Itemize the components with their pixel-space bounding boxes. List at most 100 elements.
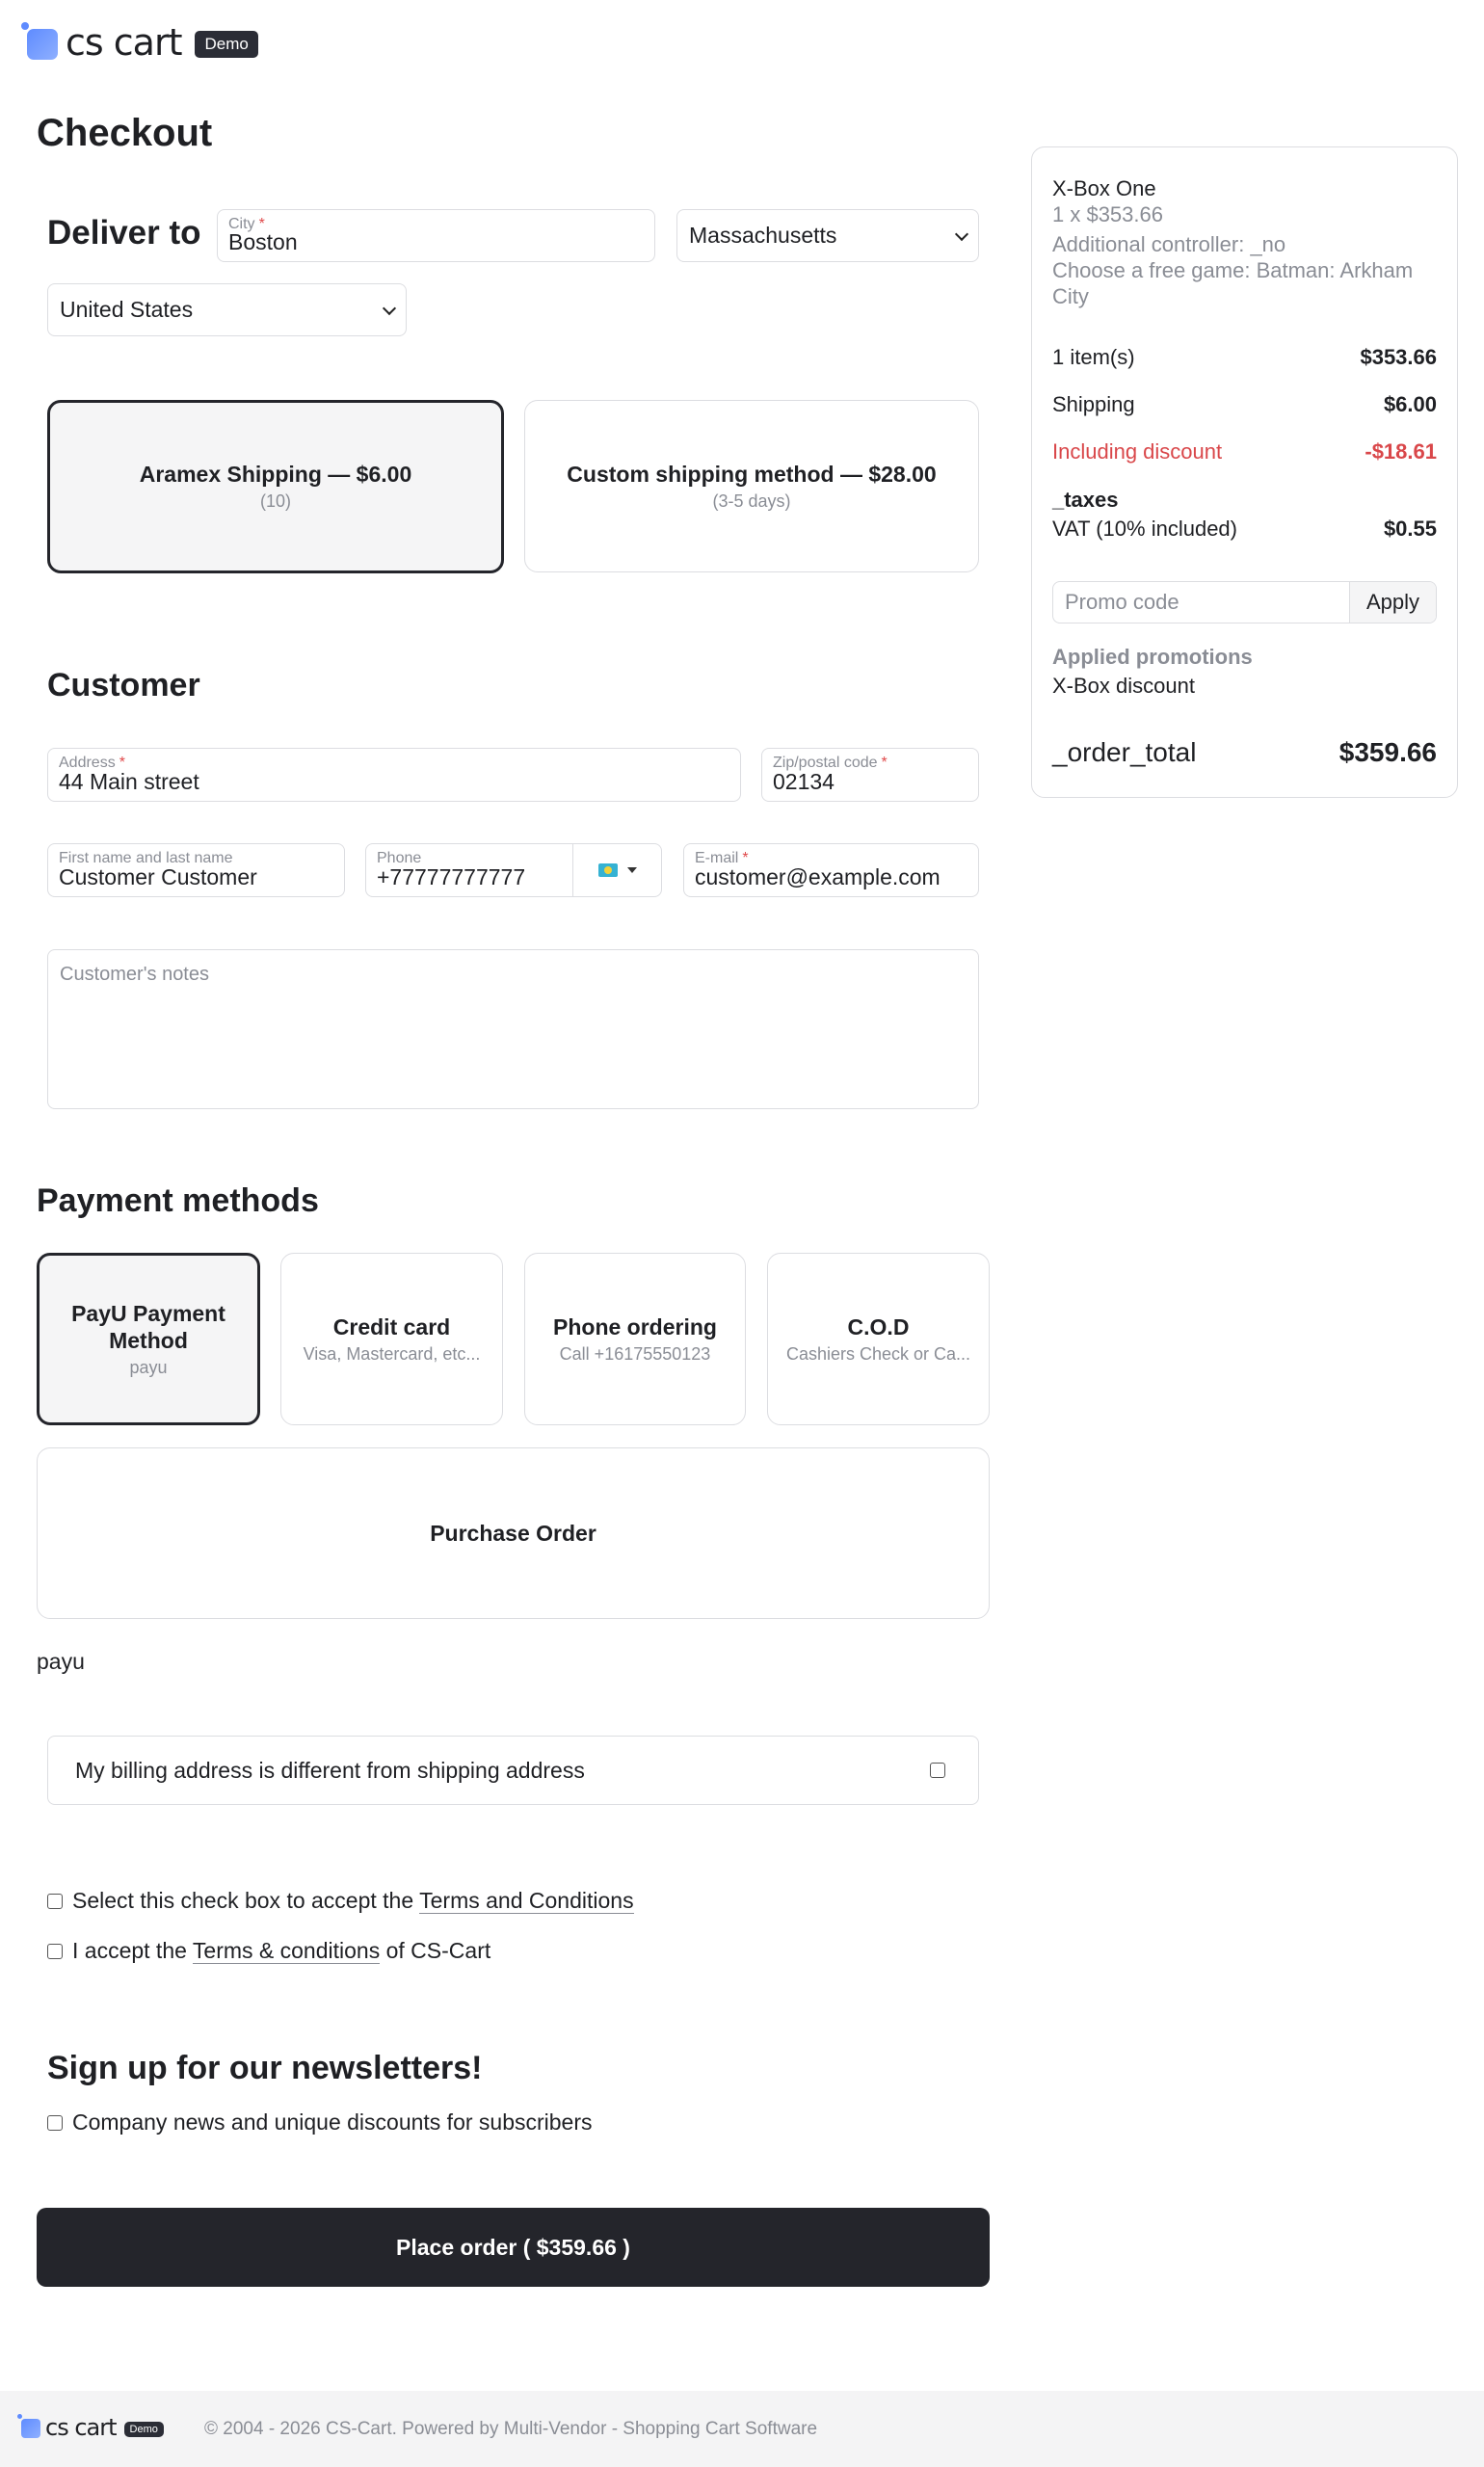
city-field[interactable]: City * Boston: [217, 209, 655, 262]
promo-code-input[interactable]: Promo code: [1053, 582, 1349, 623]
payment-method-phone-ordering[interactable]: Phone ordering Call +16175550123: [524, 1253, 746, 1425]
order-summary: X-Box One 1 x $353.66 Additional control…: [1031, 146, 1458, 798]
chevron-down-icon: [382, 301, 397, 315]
newsletter-row: Company news and unique discounts for su…: [47, 2109, 593, 2135]
zip-value: 02134: [773, 769, 835, 794]
items-value: $353.66: [1360, 345, 1437, 369]
vat-row: VAT (10% included) $0.55: [1052, 517, 1437, 542]
vat-value: $0.55: [1383, 517, 1437, 541]
payment-methods-heading: Payment methods: [37, 1182, 319, 1219]
payment-method-subtitle: Cashiers Check or Ca...: [785, 1343, 971, 1364]
shipping-label: Shipping: [1052, 392, 1135, 416]
newsletter-heading: Sign up for our newsletters!: [47, 2050, 483, 2086]
payment-method-description: payu: [37, 1649, 85, 1674]
shipping-method-title: Custom shipping method — $28.00: [567, 461, 937, 487]
product-option: Additional controller: _no: [1052, 232, 1286, 256]
country-select[interactable]: United States: [47, 283, 407, 336]
footer-logo[interactable]: cs cart Demo: [17, 2414, 164, 2441]
zip-field[interactable]: Zip/postal code * 02134: [761, 748, 979, 802]
city-value: Boston: [228, 229, 298, 254]
product-name[interactable]: X-Box One: [1052, 176, 1156, 201]
newsletter-option-label: Company news and unique discounts for su…: [72, 2109, 593, 2135]
payment-method-purchase-order[interactable]: Purchase Order: [37, 1447, 990, 1619]
logo-text: cs cart: [66, 21, 182, 64]
footer: cs cart Demo © 2004 - 2026 CS-Cart. Powe…: [0, 2391, 1484, 2467]
phone-field[interactable]: Phone +77777777777: [365, 843, 662, 897]
payment-method-title: Phone ordering: [553, 1313, 717, 1340]
discount-value: -$18.61: [1365, 439, 1437, 464]
customer-heading: Customer: [47, 667, 200, 703]
applied-promotion-name: X-Box discount: [1052, 674, 1195, 698]
footer-logo-text: cs cart: [45, 2414, 118, 2441]
chevron-down-icon: [954, 226, 969, 241]
payment-method-title: C.O.D: [847, 1313, 910, 1340]
accept-terms-checkbox[interactable]: [47, 1893, 63, 1909]
billing-different-label: My billing address is different from shi…: [75, 1757, 585, 1783]
cs-cart-logo-icon: [17, 2414, 40, 2438]
discount-label: Including discount: [1052, 439, 1223, 464]
customer-notes-placeholder: Customer's notes: [60, 964, 209, 985]
payment-method-cod[interactable]: C.O.D Cashiers Check or Ca...: [767, 1253, 990, 1425]
phone-value: +77777777777: [377, 864, 526, 889]
page-title: Checkout: [37, 112, 213, 154]
terms-row-2-text: I accept the: [72, 1938, 187, 1963]
state-value: Massachusetts: [689, 223, 837, 248]
taxes-heading: _taxes: [1052, 488, 1119, 512]
terms-row-1: Select this check box to accept the Term…: [47, 1888, 634, 1914]
payment-method-title: Purchase Order: [430, 1520, 596, 1546]
billing-different-toggle[interactable]: My billing address is different from shi…: [47, 1736, 979, 1805]
place-order-button[interactable]: Place order ( $359.66 ): [37, 2208, 990, 2287]
email-field[interactable]: E-mail * customer@example.com: [683, 843, 979, 897]
shipping-method-subtitle: (10): [259, 491, 291, 511]
promo-apply-button[interactable]: Apply: [1349, 582, 1436, 623]
customer-notes-textarea[interactable]: Customer's notes: [47, 949, 979, 1109]
order-total-row: _order_total $359.66: [1052, 737, 1437, 768]
order-total-value: $359.66: [1338, 737, 1437, 767]
promo-code-group: Promo code Apply: [1052, 581, 1437, 623]
flag-icon: [597, 863, 618, 877]
payment-method-payu[interactable]: PayU Payment Method payu: [37, 1253, 260, 1425]
country-code-dropdown[interactable]: [572, 844, 661, 896]
store-logo[interactable]: cs cart Demo: [21, 21, 258, 64]
items-label: 1 item(s): [1052, 345, 1135, 369]
state-select[interactable]: Massachusetts: [676, 209, 979, 262]
payment-method-title: Credit card: [332, 1313, 451, 1340]
shipping-method-subtitle: (3-5 days): [712, 491, 791, 511]
terms-row-1-text: Select this check box to accept the: [72, 1888, 414, 1913]
terms-row-2-suffix: of CS-Cart: [385, 1938, 491, 1963]
shipping-value: $6.00: [1383, 392, 1437, 416]
product-option: Choose a free game: Batman: Arkham City: [1052, 258, 1414, 308]
demo-badge: Demo: [195, 31, 258, 58]
payment-method-subtitle: payu: [129, 1358, 168, 1377]
deliver-to-label: Deliver to: [47, 214, 201, 252]
shipping-method-custom[interactable]: Custom shipping method — $28.00 (3-5 day…: [524, 400, 979, 572]
discount-row: Including discount -$18.61: [1052, 439, 1437, 464]
country-value: United States: [60, 297, 194, 322]
footer-demo-badge: Demo: [123, 2422, 164, 2437]
cs-cart-logo-icon: [21, 22, 58, 60]
shipping-method-aramex[interactable]: Aramex Shipping — $6.00 (10): [47, 400, 504, 573]
newsletter-checkbox[interactable]: [47, 2114, 63, 2131]
address-field[interactable]: Address * 44 Main street: [47, 748, 741, 802]
shipping-method-title: Aramex Shipping — $6.00: [139, 462, 412, 487]
billing-different-checkbox[interactable]: [930, 1763, 945, 1778]
name-field[interactable]: First name and last name Customer Custom…: [47, 843, 345, 897]
payment-method-credit-card[interactable]: Credit card Visa, Mastercard, etc...: [280, 1253, 503, 1425]
payment-method-subtitle: Call +16175550123: [559, 1343, 711, 1364]
payment-method-title: PayU Payment Method: [71, 1301, 225, 1353]
caret-down-icon: [626, 867, 637, 873]
terms-and-conditions-link[interactable]: Terms and Conditions: [419, 1888, 634, 1914]
name-value: Customer Customer: [59, 864, 257, 889]
terms-row-2: I accept the Terms & conditions of CS-Ca…: [47, 1938, 490, 1964]
footer-copyright: © 2004 - 2026 CS-Cart. Powered by Multi-…: [204, 2419, 818, 2439]
terms-conditions-link[interactable]: Terms & conditions: [192, 1938, 381, 1964]
payment-method-subtitle: Visa, Mastercard, etc...: [303, 1343, 481, 1364]
order-total-label: _order_total: [1052, 737, 1197, 767]
address-value: 44 Main street: [59, 769, 199, 794]
applied-promotions-heading: Applied promotions: [1052, 645, 1253, 669]
accept-cs-cart-terms-checkbox[interactable]: [47, 1943, 63, 1959]
email-value: customer@example.com: [695, 864, 941, 889]
product-qty-price: 1 x $353.66: [1052, 202, 1163, 226]
items-row: 1 item(s) $353.66: [1052, 345, 1437, 370]
shipping-row: Shipping $6.00: [1052, 392, 1437, 417]
